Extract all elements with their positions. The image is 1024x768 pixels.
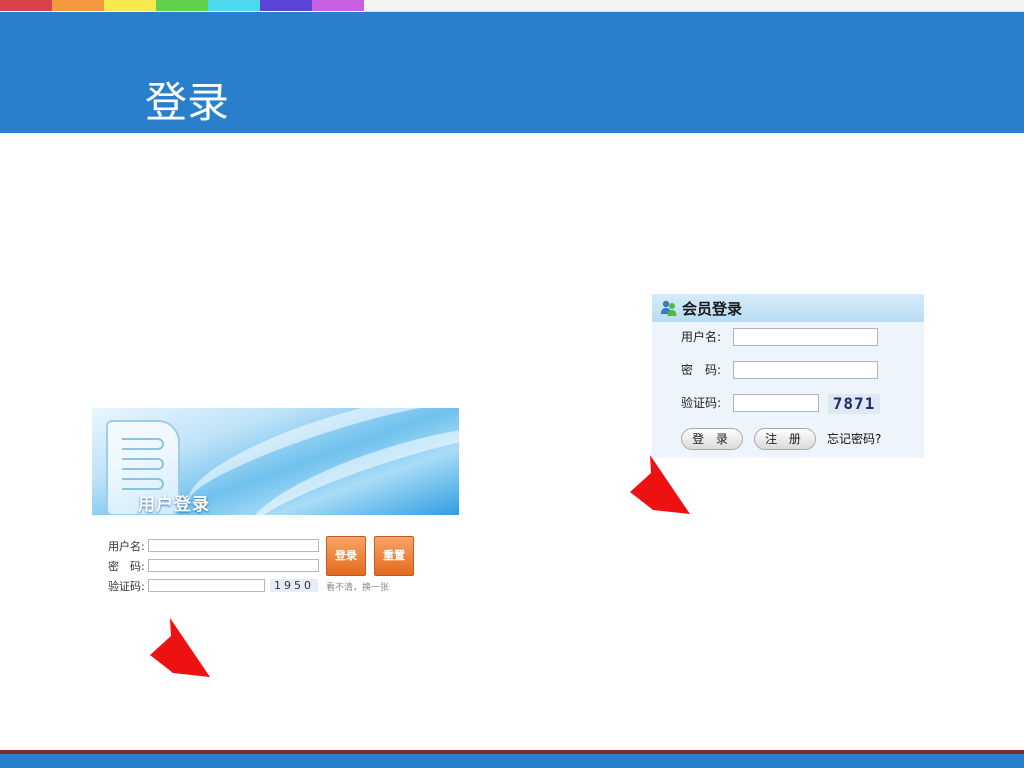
slide-title: 登录: [145, 78, 230, 127]
banner-decoration: [122, 478, 164, 490]
refresh-captcha-link[interactable]: 看不清，换一张: [326, 580, 389, 593]
slide-header: 登录: [0, 12, 1024, 133]
member-captcha-label: 验证码:: [681, 396, 722, 410]
user-login-title: 用户登录: [138, 495, 210, 515]
member-login-title: 会员登录: [682, 300, 743, 318]
captcha-image[interactable]: 1950: [270, 579, 318, 592]
strip-remainder: [364, 0, 1024, 12]
member-password-label: 密 码:: [681, 363, 722, 377]
footer-bar: [0, 750, 1024, 768]
captcha-input[interactable]: [148, 579, 265, 592]
register-button[interactable]: 注 册: [754, 428, 816, 450]
arrow-icon: [630, 455, 690, 514]
login-button[interactable]: 登录: [326, 536, 366, 576]
member-password-row: 密 码:: [681, 361, 911, 381]
member-captcha-input[interactable]: [733, 394, 819, 412]
banner-decoration: [122, 438, 164, 450]
strip-segment-orange: [52, 0, 104, 11]
captcha-label: 验证码:: [108, 580, 145, 593]
strip-segment-green: [156, 0, 208, 11]
member-username-label: 用户名:: [681, 330, 722, 344]
member-login-button[interactable]: 登 录: [681, 428, 743, 450]
strip-segment-purple: [260, 0, 312, 11]
password-input[interactable]: [148, 559, 319, 572]
strip-segment-cyan: [208, 0, 260, 11]
strip-segment-red: [0, 0, 52, 11]
member-captcha-image[interactable]: 7871: [828, 394, 880, 414]
banner-decoration: [122, 458, 164, 470]
member-username-input[interactable]: [733, 328, 878, 346]
user-login-banner: 用户登录: [92, 408, 459, 515]
password-label: 密 码:: [108, 560, 145, 573]
people-icon: [661, 300, 677, 316]
footer-fill: [0, 754, 1024, 768]
strip-segment-yellow: [104, 0, 156, 11]
forgot-password-link[interactable]: 忘记密码?: [827, 430, 881, 447]
strip-segment-violet: [312, 0, 364, 11]
member-login-header: 会员登录: [652, 294, 924, 322]
username-input[interactable]: [148, 539, 319, 552]
username-row: 用户名:: [108, 539, 338, 554]
user-login-panel: 用户登录 用户名: 密 码: 验证码: 1950 看不清，换一张 登录 重置: [92, 408, 459, 598]
password-row: 密 码:: [108, 559, 338, 574]
member-password-input[interactable]: [733, 361, 878, 379]
username-label: 用户名:: [108, 540, 145, 553]
reset-button[interactable]: 重置: [374, 536, 414, 576]
arrow-icon: [150, 618, 210, 677]
color-strip: [0, 0, 1024, 12]
member-username-row: 用户名:: [681, 328, 911, 348]
member-login-panel: 会员登录 用户名: 密 码: 验证码: 7871 登 录 注 册 忘记密码?: [652, 294, 924, 458]
